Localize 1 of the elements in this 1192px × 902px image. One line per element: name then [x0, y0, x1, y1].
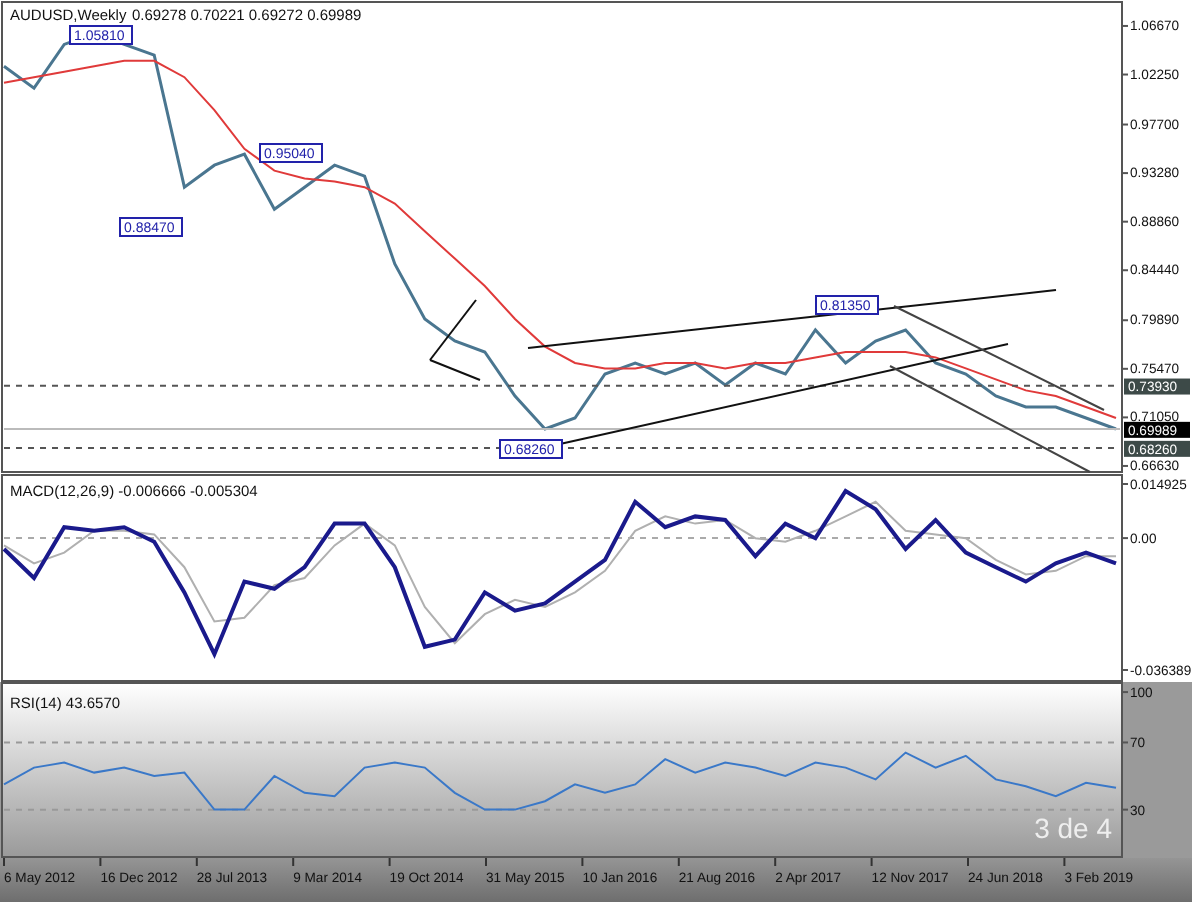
- slide-counter: 3 de 4: [1034, 814, 1112, 842]
